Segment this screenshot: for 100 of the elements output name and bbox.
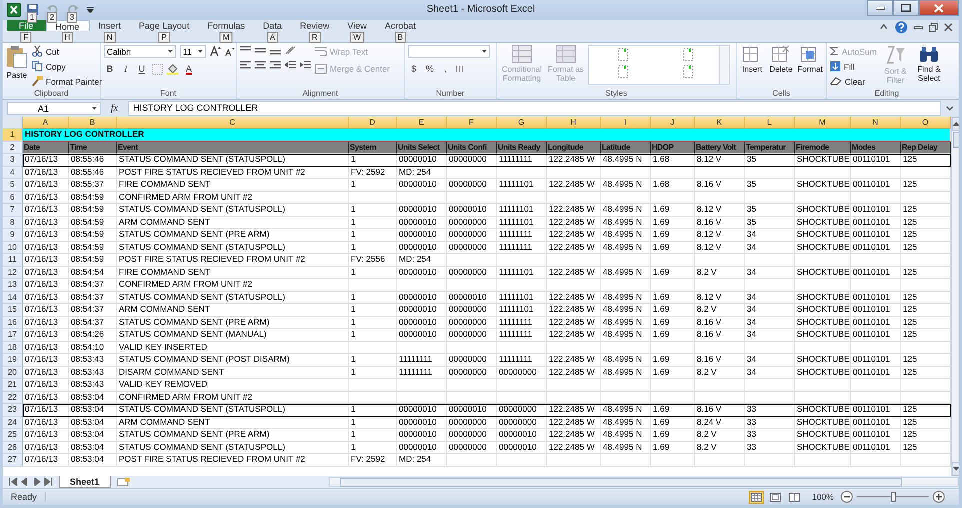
row-header[interactable]: 10 <box>3 242 23 254</box>
formula-field[interactable]: HISTORY LOG CONTROLLER <box>128 101 941 116</box>
number-format-field[interactable] <box>408 45 490 58</box>
column-header[interactable]: H <box>547 117 601 129</box>
minimize-ribbon-icon[interactable] <box>879 22 889 32</box>
column-header[interactable]: D <box>349 117 397 129</box>
copy-button[interactable]: Copy <box>32 60 102 73</box>
column-header[interactable]: C <box>117 117 349 129</box>
expand-formula-icon[interactable] <box>945 104 955 114</box>
zoom-slider[interactable] <box>890 492 896 502</box>
new-sheet-icon[interactable] <box>116 478 131 486</box>
close-button[interactable] <box>919 0 959 16</box>
currency-button[interactable]: $ <box>408 63 420 75</box>
scroll-down-icon[interactable] <box>953 467 959 471</box>
orientation-icon[interactable] <box>285 45 297 55</box>
scroll-thumb[interactable] <box>953 132 959 148</box>
zoom-out-icon[interactable] <box>841 491 853 503</box>
find-select-button[interactable]: Find & Select <box>914 45 944 83</box>
row-header[interactable]: 1 <box>3 129 23 142</box>
excel-logo-icon[interactable] <box>7 3 21 17</box>
page-layout-view-button[interactable] <box>768 490 784 504</box>
column-header[interactable]: J <box>651 117 695 129</box>
cells-button[interactable]: Insert <box>740 45 765 74</box>
fill-button[interactable]: Fill <box>830 60 877 73</box>
row-header[interactable]: 8 <box>3 216 23 229</box>
italic-button[interactable]: I <box>120 63 132 75</box>
shrink-font-icon[interactable] <box>225 46 235 56</box>
borders-icon[interactable] <box>152 64 163 74</box>
row-header[interactable]: 4 <box>3 166 23 179</box>
name-box[interactable]: A1 <box>7 102 101 115</box>
row-header[interactable]: 11 <box>3 254 23 266</box>
normal-view-button[interactable] <box>749 490 764 504</box>
row-header[interactable]: 19 <box>3 354 23 366</box>
cell-styles-gallery[interactable] <box>588 45 730 85</box>
row-header[interactable]: 16 <box>3 316 23 329</box>
bold-button[interactable]: B <box>104 63 116 75</box>
row-header[interactable]: 27 <box>3 454 23 466</box>
text-align-icon[interactable] <box>255 61 266 70</box>
column-header[interactable]: F <box>447 117 497 129</box>
minimize-button[interactable] <box>867 0 893 16</box>
row-header[interactable]: 25 <box>3 429 23 442</box>
row-header[interactable]: 13 <box>3 279 23 292</box>
row-header[interactable]: 6 <box>3 192 23 204</box>
ribbon-tab[interactable]: Page Layout <box>130 20 199 31</box>
column-header[interactable]: I <box>601 117 651 129</box>
underline-button[interactable]: U <box>136 63 148 75</box>
paste-button[interactable]: Paste <box>6 45 28 80</box>
maximize-button[interactable] <box>893 0 919 16</box>
percent-button[interactable]: % <box>424 63 436 75</box>
row-header[interactable]: 20 <box>3 366 23 379</box>
help-icon[interactable] <box>895 20 908 34</box>
row-header[interactable]: 21 <box>3 379 23 392</box>
font-name-field[interactable]: Calibri <box>104 45 176 58</box>
comma-button[interactable]: , <box>440 63 452 75</box>
ribbon-tab[interactable]: Insert <box>90 20 130 31</box>
decrease-indent-icon[interactable] <box>285 61 296 70</box>
insert-function-button[interactable]: fx <box>105 103 124 114</box>
row-header[interactable]: 14 <box>3 292 23 304</box>
scroll-up-icon[interactable] <box>953 122 959 126</box>
column-header[interactable]: G <box>497 117 547 129</box>
row-header[interactable]: 15 <box>3 304 23 316</box>
cut-button[interactable]: Cut <box>32 45 102 58</box>
row-header[interactable]: 24 <box>3 416 23 429</box>
row-header[interactable]: 26 <box>3 442 23 454</box>
row-header[interactable]: 7 <box>3 204 23 216</box>
page-break-view-button[interactable] <box>787 490 802 504</box>
increase-indent-icon[interactable] <box>300 61 311 70</box>
column-header[interactable]: N <box>851 117 901 129</box>
sheet-navigation-icon[interactable] <box>9 478 53 486</box>
font-color-button[interactable]: A <box>183 63 195 75</box>
vertical-align-icon[interactable] <box>255 46 266 54</box>
row-header[interactable]: 23 <box>3 404 23 416</box>
column-header[interactable]: E <box>397 117 447 129</box>
sheet-tab[interactable]: Sheet1 <box>59 476 111 488</box>
column-header[interactable]: O <box>901 117 951 129</box>
ribbon-tab[interactable]: Review <box>291 20 339 31</box>
ribbon-tab[interactable]: Formulas <box>198 20 254 31</box>
workbook-restore-icon[interactable] <box>929 22 938 32</box>
column-header[interactable]: L <box>745 117 795 129</box>
column-header[interactable]: M <box>795 117 851 129</box>
row-header[interactable]: 17 <box>3 329 23 342</box>
format-painter-button[interactable]: Format Painter <box>32 75 102 88</box>
grow-font-icon[interactable] <box>210 46 221 57</box>
zoom-level[interactable]: 100% <box>806 492 837 502</box>
column-header[interactable]: K <box>695 117 745 129</box>
row-header[interactable]: 22 <box>3 392 23 404</box>
vertical-scrollbar[interactable] <box>951 117 959 476</box>
column-header[interactable]: A <box>23 117 69 129</box>
ribbon-tab[interactable]: Acrobat <box>376 20 426 31</box>
workbook-close-icon[interactable] <box>944 22 953 32</box>
column-header[interactable]: B <box>69 117 117 129</box>
row-header[interactable]: 5 <box>3 179 23 192</box>
text-align-icon[interactable] <box>270 61 281 70</box>
cells-button[interactable]: Format <box>798 45 823 74</box>
row-header[interactable]: 2 <box>3 142 23 154</box>
ribbon-tab[interactable]: File <box>7 20 46 31</box>
horizontal-scrollbar[interactable] <box>329 477 959 487</box>
zoom-in-icon[interactable] <box>933 491 945 503</box>
row-header[interactable]: 9 <box>3 229 23 242</box>
clear-button[interactable]: Clear <box>830 75 877 88</box>
